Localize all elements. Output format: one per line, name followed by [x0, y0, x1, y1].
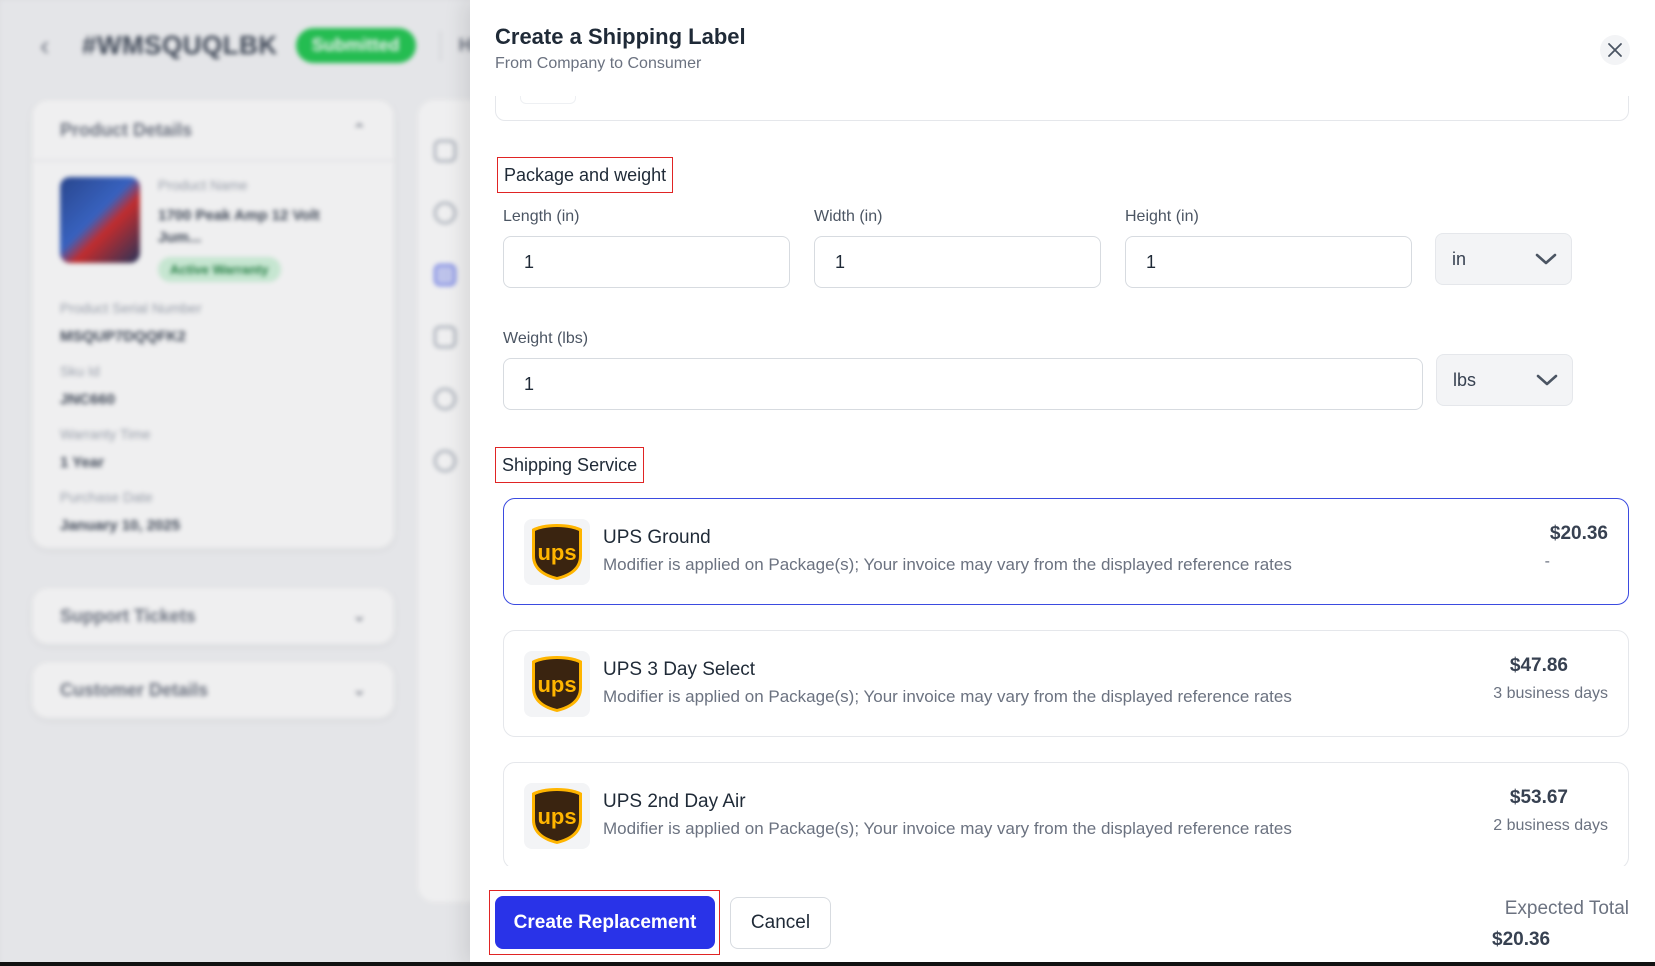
ups-logo: ups: [524, 651, 590, 717]
chevron-down-icon: [1536, 374, 1558, 386]
create-replacement-button[interactable]: Create Replacement: [495, 896, 715, 949]
dimension-unit-value: in: [1452, 248, 1467, 269]
service-description: Modifier is applied on Package(s); Your …: [603, 687, 1292, 706]
shipping-option-ups-2nd-day-air[interactable]: ups UPS 2nd Day Air Modifier is applied …: [503, 762, 1629, 866]
drawer-footer: Create Replacement Cancel Expected Total…: [470, 866, 1655, 966]
length-input[interactable]: [503, 236, 790, 288]
shipping-option-ups-ground[interactable]: ups UPS Ground Modifier is applied on Pa…: [503, 498, 1629, 605]
weight-label: Weight (lbs): [503, 330, 589, 347]
drawer-title: Create a Shipping Label: [495, 24, 746, 49]
dimension-unit-select[interactable]: in: [1435, 233, 1572, 285]
svg-text:ups: ups: [537, 804, 576, 829]
height-label: Height (in): [1125, 208, 1199, 225]
weight-unit-select[interactable]: lbs: [1436, 354, 1573, 406]
svg-text:ups: ups: [537, 540, 576, 565]
svg-text:ups: ups: [537, 672, 576, 697]
service-price: $47.86: [1509, 655, 1568, 676]
drawer-body: Package and weight Length (in) Width (in…: [470, 96, 1655, 866]
service-eta: 3 business days: [1493, 685, 1608, 702]
screen-bottom-edge: [0, 962, 1655, 966]
close-button[interactable]: [1600, 35, 1630, 65]
length-label: Length (in): [503, 208, 580, 225]
width-input[interactable]: [814, 236, 1101, 288]
chevron-down-icon: [1535, 253, 1557, 265]
cancel-button[interactable]: Cancel: [730, 897, 831, 949]
package-section-heading: Package and weight: [497, 157, 674, 193]
service-name: UPS 2nd Day Air: [603, 791, 746, 812]
drawer-subtitle: From Company to Consumer: [495, 55, 702, 72]
shipping-section-heading: Shipping Service: [495, 447, 645, 483]
close-icon: [1608, 43, 1622, 57]
shipping-label-drawer: Create a Shipping Label From Company to …: [470, 0, 1655, 966]
service-eta: 2 business days: [1493, 817, 1608, 834]
service-name: UPS Ground: [603, 527, 711, 548]
ups-logo: ups: [524, 783, 590, 849]
service-description: Modifier is applied on Package(s); Your …: [603, 555, 1292, 574]
height-input[interactable]: [1125, 236, 1412, 288]
ups-logo: ups: [524, 519, 590, 585]
expected-total-value: $20.36: [1492, 929, 1551, 950]
service-price: $53.67: [1509, 787, 1568, 808]
previous-section-card: [495, 96, 1629, 121]
weight-input[interactable]: [503, 358, 1423, 410]
service-eta: -: [1544, 553, 1550, 570]
shipping-option-ups-3-day-select[interactable]: ups UPS 3 Day Select Modifier is applied…: [503, 630, 1629, 737]
previous-section-element: [520, 96, 576, 104]
service-price: $20.36: [1549, 523, 1608, 544]
weight-unit-value: lbs: [1453, 369, 1477, 390]
service-description: Modifier is applied on Package(s); Your …: [603, 819, 1292, 838]
expected-total-label: Expected Total: [1504, 898, 1629, 919]
width-label: Width (in): [814, 208, 883, 225]
service-name: UPS 3 Day Select: [603, 659, 756, 680]
